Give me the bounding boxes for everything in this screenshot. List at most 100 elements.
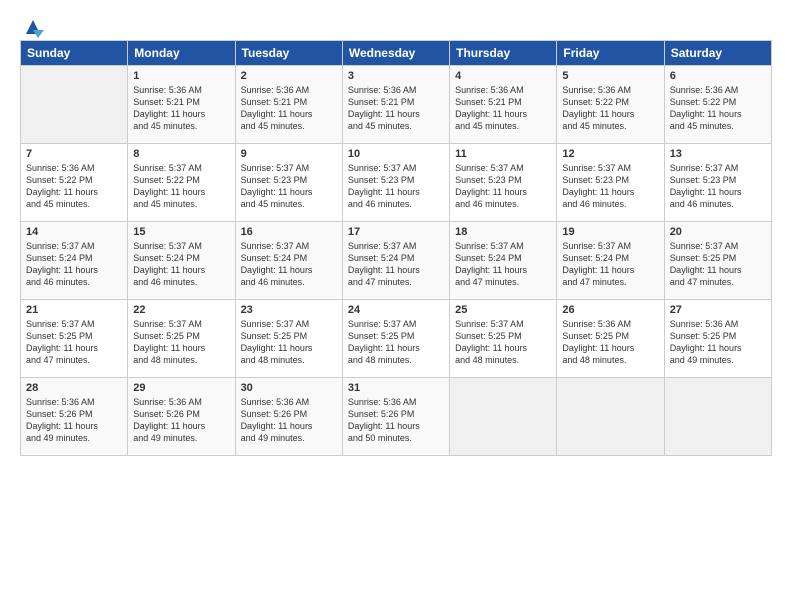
- calendar-cell: 13 Sunrise: 5:37 AM Sunset: 5:23 PM Dayli…: [664, 144, 771, 222]
- calendar-cell: 10Sunrise: 5:37 AM Sunset: 5:23 PM Dayli…: [342, 144, 449, 222]
- week-row-4: 21 Sunrise: 5:37 AM Sunset: 5:25 PM Dayli…: [21, 300, 772, 378]
- day-number: 11: [455, 148, 551, 160]
- calendar-cell: 29Sunrise: 5:36 AM Sunset: 5:26 PM Dayli…: [128, 378, 235, 456]
- calendar-cell: 1 Sunrise: 5:36 AM Sunset: 5:21 PM Daylig…: [128, 66, 235, 144]
- day-number: 30: [241, 382, 337, 394]
- day-number: 20: [670, 226, 766, 238]
- calendar-cell: 16 Sunrise: 5:37 AM Sunset: 5:24 PM Dayli…: [235, 222, 342, 300]
- calendar-cell: 2Sunrise: 5:36 AM Sunset: 5:21 PM Daylig…: [235, 66, 342, 144]
- day-info: Sunrise: 5:37 AM Sunset: 5:25 PM Dayligh…: [133, 318, 229, 367]
- day-number: 18: [455, 226, 551, 238]
- day-info: Sunrise: 5:36 AM Sunset: 5:25 PM Dayligh…: [670, 318, 766, 367]
- day-info: Sunrise: 5:37 AM Sunset: 5:24 PM Dayligh…: [133, 240, 229, 289]
- col-header-friday: Friday: [557, 41, 664, 66]
- day-info: Sunrise: 5:37 AM Sunset: 5:22 PM Dayligh…: [133, 162, 229, 211]
- calendar-cell: 6 Sunrise: 5:36 AM Sunset: 5:22 PM Daylig…: [664, 66, 771, 144]
- day-number: 3: [348, 70, 444, 82]
- calendar-cell: 15 Sunrise: 5:37 AM Sunset: 5:24 PM Dayli…: [128, 222, 235, 300]
- header: [20, 18, 772, 34]
- calendar-cell: 20 Sunrise: 5:37 AM Sunset: 5:25 PM Dayli…: [664, 222, 771, 300]
- logo-icon: [22, 16, 44, 38]
- calendar-cell: 3 Sunrise: 5:36 AM Sunset: 5:21 PM Daylig…: [342, 66, 449, 144]
- day-number: 28: [26, 382, 122, 394]
- day-number: 6: [670, 70, 766, 82]
- calendar-cell: 7Sunrise: 5:36 AM Sunset: 5:22 PM Daylig…: [21, 144, 128, 222]
- col-header-thursday: Thursday: [450, 41, 557, 66]
- day-info: Sunrise: 5:37 AM Sunset: 5:24 PM Dayligh…: [562, 240, 658, 289]
- calendar-header-row: SundayMondayTuesdayWednesdayThursdayFrid…: [21, 41, 772, 66]
- day-number: 19: [562, 226, 658, 238]
- calendar-cell: 21 Sunrise: 5:37 AM Sunset: 5:25 PM Dayli…: [21, 300, 128, 378]
- week-row-3: 14 Sunrise: 5:37 AM Sunset: 5:24 PM Dayli…: [21, 222, 772, 300]
- day-number: 24: [348, 304, 444, 316]
- day-info: Sunrise: 5:36 AM Sunset: 5:26 PM Dayligh…: [241, 396, 337, 445]
- day-number: 17: [348, 226, 444, 238]
- week-row-1: 1 Sunrise: 5:36 AM Sunset: 5:21 PM Daylig…: [21, 66, 772, 144]
- day-info: Sunrise: 5:37 AM Sunset: 5:23 PM Dayligh…: [670, 162, 766, 211]
- day-number: 7: [26, 148, 122, 160]
- calendar-cell: 26Sunrise: 5:36 AM Sunset: 5:25 PM Dayli…: [557, 300, 664, 378]
- calendar-cell: 12Sunrise: 5:37 AM Sunset: 5:23 PM Dayli…: [557, 144, 664, 222]
- day-info: Sunrise: 5:37 AM Sunset: 5:25 PM Dayligh…: [455, 318, 551, 367]
- day-info: Sunrise: 5:37 AM Sunset: 5:23 PM Dayligh…: [241, 162, 337, 211]
- week-row-5: 28 Sunrise: 5:36 AM Sunset: 5:26 PM Dayli…: [21, 378, 772, 456]
- day-number: 8: [133, 148, 229, 160]
- calendar-cell: 22 Sunrise: 5:37 AM Sunset: 5:25 PM Dayli…: [128, 300, 235, 378]
- day-info: Sunrise: 5:36 AM Sunset: 5:21 PM Dayligh…: [455, 84, 551, 133]
- col-header-sunday: Sunday: [21, 41, 128, 66]
- day-number: 31: [348, 382, 444, 394]
- calendar-cell: [664, 378, 771, 456]
- day-number: 13: [670, 148, 766, 160]
- calendar-cell: 31 Sunrise: 5:36 AM Sunset: 5:26 PM Dayli…: [342, 378, 449, 456]
- col-header-saturday: Saturday: [664, 41, 771, 66]
- calendar-cell: 14Sunrise: 5:37 AM Sunset: 5:24 PM Dayli…: [21, 222, 128, 300]
- calendar-cell: [557, 378, 664, 456]
- day-number: 12: [562, 148, 658, 160]
- calendar-cell: 23Sunrise: 5:37 AM Sunset: 5:25 PM Dayli…: [235, 300, 342, 378]
- calendar-cell: 25Sunrise: 5:37 AM Sunset: 5:25 PM Dayli…: [450, 300, 557, 378]
- calendar-cell: 5 Sunrise: 5:36 AM Sunset: 5:22 PM Daylig…: [557, 66, 664, 144]
- day-number: 14: [26, 226, 122, 238]
- day-number: 1: [133, 70, 229, 82]
- day-number: 10: [348, 148, 444, 160]
- calendar-cell: 28 Sunrise: 5:36 AM Sunset: 5:26 PM Dayli…: [21, 378, 128, 456]
- day-info: Sunrise: 5:36 AM Sunset: 5:21 PM Dayligh…: [133, 84, 229, 133]
- logo: [20, 18, 44, 34]
- day-info: Sunrise: 5:37 AM Sunset: 5:24 PM Dayligh…: [241, 240, 337, 289]
- day-number: 16: [241, 226, 337, 238]
- day-info: Sunrise: 5:37 AM Sunset: 5:25 PM Dayligh…: [348, 318, 444, 367]
- day-info: Sunrise: 5:36 AM Sunset: 5:21 PM Dayligh…: [348, 84, 444, 133]
- col-header-tuesday: Tuesday: [235, 41, 342, 66]
- calendar-cell: [21, 66, 128, 144]
- day-number: 22: [133, 304, 229, 316]
- calendar-cell: 8 Sunrise: 5:37 AM Sunset: 5:22 PM Daylig…: [128, 144, 235, 222]
- col-header-wednesday: Wednesday: [342, 41, 449, 66]
- calendar-cell: 30 Sunrise: 5:36 AM Sunset: 5:26 PM Dayli…: [235, 378, 342, 456]
- calendar-cell: [450, 378, 557, 456]
- day-number: 4: [455, 70, 551, 82]
- day-info: Sunrise: 5:36 AM Sunset: 5:26 PM Dayligh…: [26, 396, 122, 445]
- calendar-cell: 11Sunrise: 5:37 AM Sunset: 5:23 PM Dayli…: [450, 144, 557, 222]
- week-row-2: 7Sunrise: 5:36 AM Sunset: 5:22 PM Daylig…: [21, 144, 772, 222]
- calendar-cell: 24 Sunrise: 5:37 AM Sunset: 5:25 PM Dayli…: [342, 300, 449, 378]
- calendar-cell: 18Sunrise: 5:37 AM Sunset: 5:24 PM Dayli…: [450, 222, 557, 300]
- calendar-cell: 19 Sunrise: 5:37 AM Sunset: 5:24 PM Dayli…: [557, 222, 664, 300]
- calendar-cell: 17 Sunrise: 5:37 AM Sunset: 5:24 PM Dayli…: [342, 222, 449, 300]
- day-number: 27: [670, 304, 766, 316]
- calendar-cell: 27 Sunrise: 5:36 AM Sunset: 5:25 PM Dayli…: [664, 300, 771, 378]
- day-number: 15: [133, 226, 229, 238]
- day-number: 21: [26, 304, 122, 316]
- day-info: Sunrise: 5:37 AM Sunset: 5:25 PM Dayligh…: [241, 318, 337, 367]
- col-header-monday: Monday: [128, 41, 235, 66]
- day-info: Sunrise: 5:37 AM Sunset: 5:25 PM Dayligh…: [670, 240, 766, 289]
- day-info: Sunrise: 5:37 AM Sunset: 5:25 PM Dayligh…: [26, 318, 122, 367]
- day-number: 5: [562, 70, 658, 82]
- day-info: Sunrise: 5:36 AM Sunset: 5:22 PM Dayligh…: [562, 84, 658, 133]
- calendar-cell: 4 Sunrise: 5:36 AM Sunset: 5:21 PM Daylig…: [450, 66, 557, 144]
- day-info: Sunrise: 5:36 AM Sunset: 5:25 PM Dayligh…: [562, 318, 658, 367]
- calendar-cell: 9Sunrise: 5:37 AM Sunset: 5:23 PM Daylig…: [235, 144, 342, 222]
- day-info: Sunrise: 5:36 AM Sunset: 5:26 PM Dayligh…: [348, 396, 444, 445]
- day-info: Sunrise: 5:36 AM Sunset: 5:22 PM Dayligh…: [670, 84, 766, 133]
- day-info: Sunrise: 5:37 AM Sunset: 5:24 PM Dayligh…: [348, 240, 444, 289]
- day-number: 29: [133, 382, 229, 394]
